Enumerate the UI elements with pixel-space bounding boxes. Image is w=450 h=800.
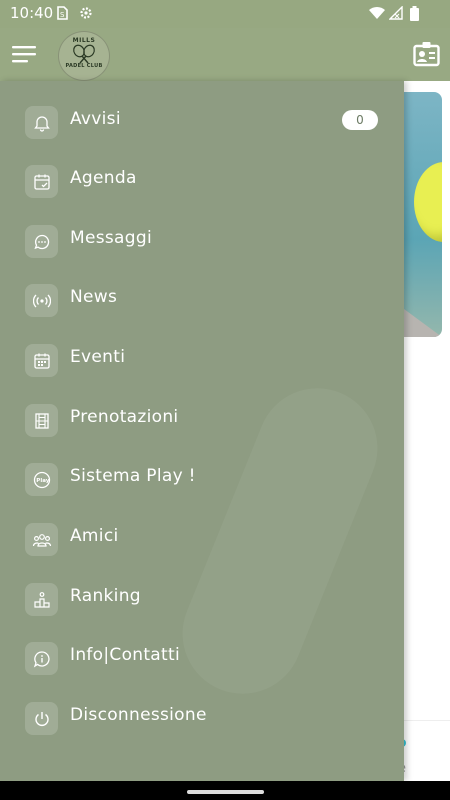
menu-item-messaggi[interactable]: Messaggi	[0, 215, 404, 271]
tennis-ball-image	[414, 162, 442, 242]
background-card: e	[398, 720, 450, 781]
menu-item-label: Eventi	[70, 347, 126, 367]
menu-item-label: Amici	[70, 526, 119, 546]
podium-icon	[25, 583, 58, 616]
menu-item-label: Info|Contatti	[70, 645, 180, 665]
wifi-icon	[369, 6, 385, 19]
play-icon: Play	[25, 463, 58, 496]
menu-item-label: Agenda	[70, 168, 137, 188]
logo-line2: PADEL CLUB	[65, 63, 103, 69]
gear-icon	[80, 7, 92, 19]
menu-item-ranking[interactable]: Ranking	[0, 573, 404, 629]
cell-signal-icon	[389, 6, 403, 20]
navigation-drawer: Avvisi 0 Agenda Messaggi News Eventi Pre…	[0, 81, 404, 781]
status-bar: 10:40 S	[0, 0, 450, 28]
menu-item-news[interactable]: News	[0, 274, 404, 330]
menu-item-label: Ranking	[70, 586, 141, 606]
menu-item-amici[interactable]: Amici	[0, 513, 404, 569]
menu-item-label: Prenotazioni	[70, 407, 179, 427]
system-navigation-bar	[0, 781, 450, 800]
logo-line1: MILLS	[72, 37, 96, 44]
power-icon	[25, 702, 58, 735]
menu-item-sistema-play[interactable]: Play Sistema Play !	[0, 453, 404, 509]
bell-icon	[25, 106, 58, 139]
hamburger-menu-icon[interactable]	[12, 45, 36, 63]
menu-item-label: Messaggi	[70, 228, 152, 248]
menu-item-label: News	[70, 287, 118, 307]
menu-item-disconnessione[interactable]: Disconnessione	[0, 692, 404, 748]
padel-rackets-icon	[73, 44, 95, 64]
menu-item-label: Sistema Play !	[70, 466, 196, 486]
app-bar: MILLS PADEL CLUB	[0, 28, 450, 81]
menu-item-agenda[interactable]: Agenda	[0, 155, 404, 211]
menu-item-avvisi[interactable]: Avvisi 0	[0, 96, 404, 152]
svg-text:S: S	[60, 11, 65, 19]
chat-icon	[25, 225, 58, 258]
menu-item-label: Disconnessione	[70, 705, 207, 725]
calendar-check-icon	[25, 165, 58, 198]
notification-count-badge: 0	[342, 110, 378, 130]
friends-icon	[25, 523, 58, 556]
info-icon	[25, 642, 58, 675]
club-logo: MILLS PADEL CLUB	[58, 31, 110, 81]
home-gesture-handle[interactable]	[187, 790, 264, 794]
menu-item-label: Avvisi	[70, 109, 121, 129]
menu-item-eventi[interactable]: Eventi	[0, 334, 404, 390]
menu-item-info-contatti[interactable]: Info|Contatti	[0, 632, 404, 688]
svg-text:Play: Play	[36, 478, 49, 484]
calendar-grid-icon	[25, 344, 58, 377]
broadcast-icon	[25, 284, 58, 317]
banner-floor	[404, 309, 442, 337]
profile-card-icon[interactable]	[413, 41, 440, 67]
battery-icon	[410, 6, 419, 21]
menu-item-prenotazioni[interactable]: Prenotazioni	[0, 394, 404, 450]
sim-icon: S	[57, 6, 68, 20]
court-icon	[25, 404, 58, 437]
status-time: 10:40	[10, 4, 54, 22]
promo-banner[interactable]	[404, 92, 442, 337]
